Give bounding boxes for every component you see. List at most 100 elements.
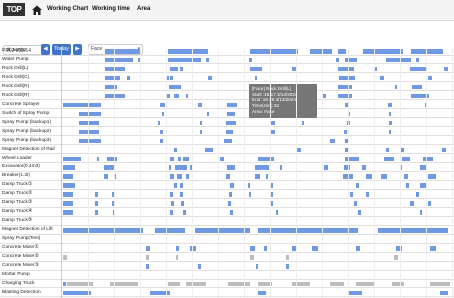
activity-bar[interactable]: [228, 201, 231, 206]
activity-bar[interactable]: [170, 210, 173, 215]
activity-bar[interactable]: [174, 93, 179, 99]
activity-bar[interactable]: [178, 156, 181, 162]
activity-bar[interactable]: [356, 246, 360, 251]
activity-bar[interactable]: [63, 183, 75, 188]
activity-bar[interactable]: [195, 228, 250, 233]
activity-bar[interactable]: [186, 174, 189, 179]
activity-bar[interactable]: [63, 255, 67, 260]
activity-bar[interactable]: [79, 111, 101, 117]
activity-bar[interactable]: [249, 192, 251, 197]
activity-bar[interactable]: [258, 228, 358, 233]
activity-bar[interactable]: [95, 192, 98, 197]
activity-bar[interactable]: [127, 75, 130, 81]
activity-bar[interactable]: [286, 264, 289, 269]
activity-bar[interactable]: [250, 49, 298, 54]
nav-working-chart[interactable]: Working Chart: [47, 6, 88, 12]
activity-bar[interactable]: [444, 66, 448, 72]
activity-bar[interactable]: [63, 210, 73, 215]
activity-bar[interactable]: [255, 75, 257, 81]
activity-bar[interactable]: [220, 156, 224, 162]
activity-bar[interactable]: [169, 165, 171, 170]
activity-bar[interactable]: [354, 201, 357, 206]
activity-bar[interactable]: [386, 147, 389, 153]
activity-bar[interactable]: [146, 264, 149, 269]
activity-bar[interactable]: [420, 210, 422, 215]
activity-bar[interactable]: [79, 138, 101, 144]
activity-bar[interactable]: [183, 210, 186, 215]
activity-bar[interactable]: [170, 156, 174, 162]
activity-bar[interactable]: [162, 111, 164, 117]
activity-bar[interactable]: [410, 201, 414, 206]
activity-bar[interactable]: [150, 290, 170, 296]
activity-bar[interactable]: [386, 57, 411, 63]
activity-bar[interactable]: [207, 111, 209, 117]
activity-bar[interactable]: [205, 147, 213, 153]
activity-bar[interactable]: [105, 93, 125, 99]
activity-bar[interactable]: [428, 75, 432, 81]
activity-bar[interactable]: [362, 165, 366, 170]
activity-bar[interactable]: [442, 147, 446, 153]
activity-bar[interactable]: [180, 183, 183, 188]
activity-bar[interactable]: [95, 210, 98, 215]
activity-bar[interactable]: [430, 281, 450, 287]
activity-bar[interactable]: [170, 75, 173, 81]
activity-bar[interactable]: [423, 156, 433, 162]
activity-bar[interactable]: [158, 120, 160, 126]
activity-bar[interactable]: [171, 201, 174, 206]
activity-bar[interactable]: [336, 57, 339, 63]
activity-bar[interactable]: [330, 281, 344, 287]
activity-bar[interactable]: [271, 192, 273, 197]
activity-bar[interactable]: [208, 75, 212, 81]
activity-bar[interactable]: [177, 174, 182, 179]
activity-bar[interactable]: [394, 255, 398, 260]
activity-bar[interactable]: [395, 84, 397, 90]
activity-bar[interactable]: [250, 66, 262, 72]
activity-bar[interactable]: [230, 210, 233, 215]
activity-bar[interactable]: [375, 66, 377, 72]
activity-bar[interactable]: [228, 281, 250, 287]
activity-bar[interactable]: [440, 290, 448, 296]
activity-bar[interactable]: [406, 183, 409, 188]
activity-bar[interactable]: [224, 138, 232, 144]
activity-bar[interactable]: [404, 174, 408, 179]
activity-bar[interactable]: [416, 192, 419, 197]
activity-bar[interactable]: [338, 49, 346, 54]
activity-bar[interactable]: [344, 129, 347, 135]
activity-bar[interactable]: [345, 57, 357, 63]
activity-bar[interactable]: [264, 246, 267, 251]
nav-working-time[interactable]: Working time: [92, 6, 130, 12]
activity-bar[interactable]: [366, 174, 372, 179]
activity-bar[interactable]: [206, 57, 209, 63]
activity-bar[interactable]: [384, 156, 394, 162]
activity-bar[interactable]: [286, 255, 289, 260]
activity-bar[interactable]: [402, 156, 410, 162]
activity-bar[interactable]: [389, 120, 392, 126]
activity-bar[interactable]: [276, 210, 278, 215]
activity-bar[interactable]: [104, 174, 108, 179]
activity-bar[interactable]: [256, 264, 258, 269]
activity-bar[interactable]: [381, 174, 387, 179]
activity-bar[interactable]: [388, 102, 392, 108]
activity-bar[interactable]: [389, 111, 391, 117]
activity-bar[interactable]: [63, 156, 81, 162]
activity-bar[interactable]: [226, 129, 233, 135]
activity-bar[interactable]: [107, 156, 117, 162]
activity-bar[interactable]: [198, 102, 202, 108]
activity-bar[interactable]: [160, 129, 163, 135]
activity-bar[interactable]: [227, 165, 235, 170]
activity-bar[interactable]: [266, 174, 268, 179]
activity-bar[interactable]: [63, 228, 143, 233]
activity-bar[interactable]: [401, 147, 404, 153]
activity-bar[interactable]: [330, 138, 335, 144]
activity-bar[interactable]: [226, 174, 230, 179]
activity-bar[interactable]: [200, 120, 202, 126]
activity-bar[interactable]: [97, 156, 99, 162]
activity-bar[interactable]: [258, 156, 274, 162]
activity-bar[interactable]: [310, 49, 332, 54]
activity-bar[interactable]: [229, 192, 232, 197]
activity-bar[interactable]: [105, 75, 120, 81]
activity-bar[interactable]: [292, 281, 310, 287]
activity-bar[interactable]: [105, 49, 140, 54]
activity-bar[interactable]: [105, 66, 125, 72]
activity-bar[interactable]: [169, 84, 181, 90]
